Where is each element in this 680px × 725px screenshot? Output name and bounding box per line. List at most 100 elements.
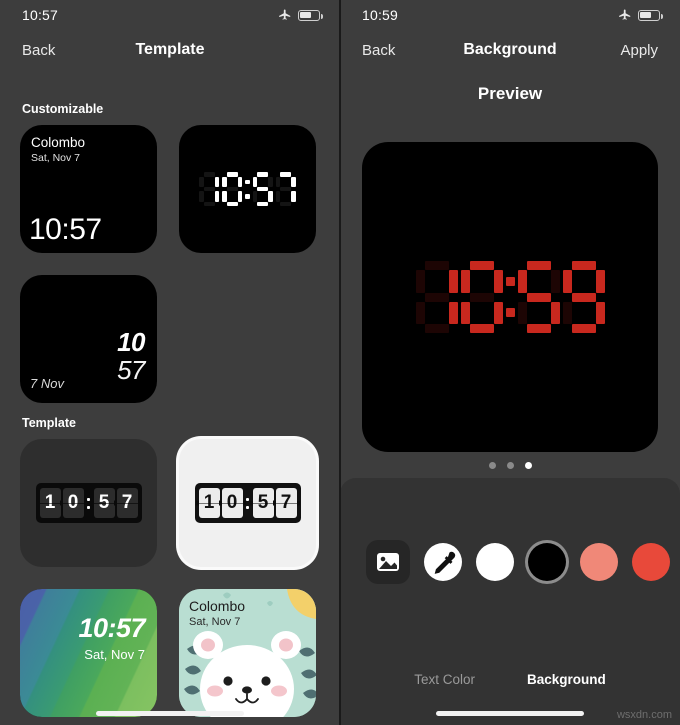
template-card-flip-dark[interactable]: 1057 (20, 439, 157, 567)
segment (493, 301, 503, 324)
airplane-icon (619, 9, 631, 20)
swatch-white[interactable] (476, 543, 514, 581)
segment (252, 191, 258, 202)
segment (257, 172, 269, 177)
segment (595, 270, 605, 293)
back-button[interactable]: Back (22, 42, 55, 59)
airplane-icon (279, 9, 291, 20)
nav-bar-left: Back Template (0, 30, 340, 70)
flip-tile: 1 (195, 488, 223, 518)
segment (280, 186, 292, 192)
card-time: 10:57 (29, 213, 102, 246)
customizable-grid: Colombo Sat, Nov 7 10:57 (0, 125, 340, 253)
segment (469, 261, 494, 270)
tab-text-color[interactable]: Text Color (414, 672, 475, 687)
template-card-slanted[interactable]: 10 57 7 Nov (20, 275, 157, 403)
status-icons (618, 8, 663, 22)
segment (226, 186, 238, 192)
template-card-bear[interactable]: Colombo Sat, Nov 7 (179, 589, 316, 717)
template-grid-row2: 10:57 Sat, Nov 7 Colombo Sat, Nov 7 (0, 589, 340, 717)
card-minute: 57 (117, 355, 145, 385)
swatch-row (340, 478, 680, 584)
tab-background[interactable]: Background (527, 672, 606, 687)
card-date: Sat, Nov 7 (31, 152, 81, 164)
template-card-seven-segment[interactable] (179, 125, 316, 253)
home-indicator (436, 711, 584, 716)
flip-clock-display: 1057 (194, 483, 301, 523)
swatch-black-selected[interactable] (528, 543, 566, 581)
segment (280, 201, 292, 206)
segment (595, 301, 605, 324)
flip-tile: 0 (218, 488, 246, 518)
segment (415, 270, 425, 293)
segment (214, 176, 220, 187)
segment (257, 201, 269, 206)
status-icons (278, 8, 323, 22)
segment (424, 261, 449, 270)
page-dots[interactable] (340, 462, 680, 469)
seven-segment-digit (252, 172, 273, 206)
page-dot[interactable] (488, 462, 496, 469)
swatch-salmon[interactable] (580, 543, 618, 581)
eyedropper-button[interactable] (424, 543, 462, 581)
segment (252, 176, 258, 187)
page-dot[interactable] (506, 462, 514, 469)
segment (203, 201, 215, 206)
section-header-customizable: Customizable (22, 102, 104, 116)
segment (199, 191, 204, 202)
card-city: Colombo (31, 135, 86, 150)
watermark: wsxdn.com (616, 709, 672, 721)
image-icon (377, 553, 399, 571)
page-dot-active[interactable] (524, 462, 532, 469)
back-button[interactable]: Back (362, 42, 395, 59)
preview-heading: Preview (477, 84, 543, 103)
card-hour: 10 (117, 327, 145, 357)
apply-button[interactable]: Apply (620, 42, 658, 59)
seven-segment-display-red (362, 261, 658, 333)
segment (415, 301, 425, 324)
segment (562, 270, 572, 293)
seven-segment-colon (245, 172, 250, 206)
home-indicator (96, 711, 244, 716)
template-card-colombo-minimal[interactable]: Colombo Sat, Nov 7 10:57 (20, 125, 157, 253)
segment (199, 176, 204, 187)
template-card-flip-light[interactable]: 1057 (179, 439, 316, 567)
segment (424, 324, 449, 333)
segment (226, 201, 238, 206)
segment (268, 176, 273, 187)
segment (460, 301, 470, 324)
flip-tile: 5 (249, 488, 277, 518)
segment (469, 324, 494, 333)
seven-segment-display (179, 172, 316, 206)
flip-tile: 5 (90, 488, 118, 518)
card-time: 10:57 (78, 613, 145, 643)
segment (526, 292, 551, 302)
seven-segment-digit (275, 172, 296, 206)
dual-screenshot: 10:57 Back Template Customizable Colombo… (0, 0, 680, 725)
template-picker-screen: 10:57 Back Template Customizable Colombo… (0, 0, 340, 725)
segment (222, 191, 227, 202)
segment (517, 270, 527, 293)
preview-canvas[interactable] (362, 142, 658, 452)
segment (448, 301, 458, 324)
battery-icon (298, 9, 323, 21)
image-picker-button[interactable] (366, 540, 410, 584)
segment (493, 270, 503, 293)
segment (226, 172, 238, 177)
screen-divider (339, 0, 341, 725)
segment (280, 172, 292, 177)
segment (526, 324, 551, 333)
segment (237, 191, 243, 202)
seven-segment-digit (415, 261, 458, 333)
flip-tile: 7 (113, 488, 141, 518)
swatch-red[interactable] (632, 543, 670, 581)
battery-icon (638, 9, 663, 21)
segment (203, 172, 215, 177)
seven-segment-digit (222, 172, 243, 206)
template-card-gradient[interactable]: 10:57 Sat, Nov 7 (20, 589, 157, 717)
segment (291, 176, 296, 187)
flip-clock-display: 1057 (35, 483, 142, 523)
seven-segment-digit (460, 261, 503, 333)
section-header-template: Template (22, 416, 76, 430)
segment (550, 270, 560, 293)
